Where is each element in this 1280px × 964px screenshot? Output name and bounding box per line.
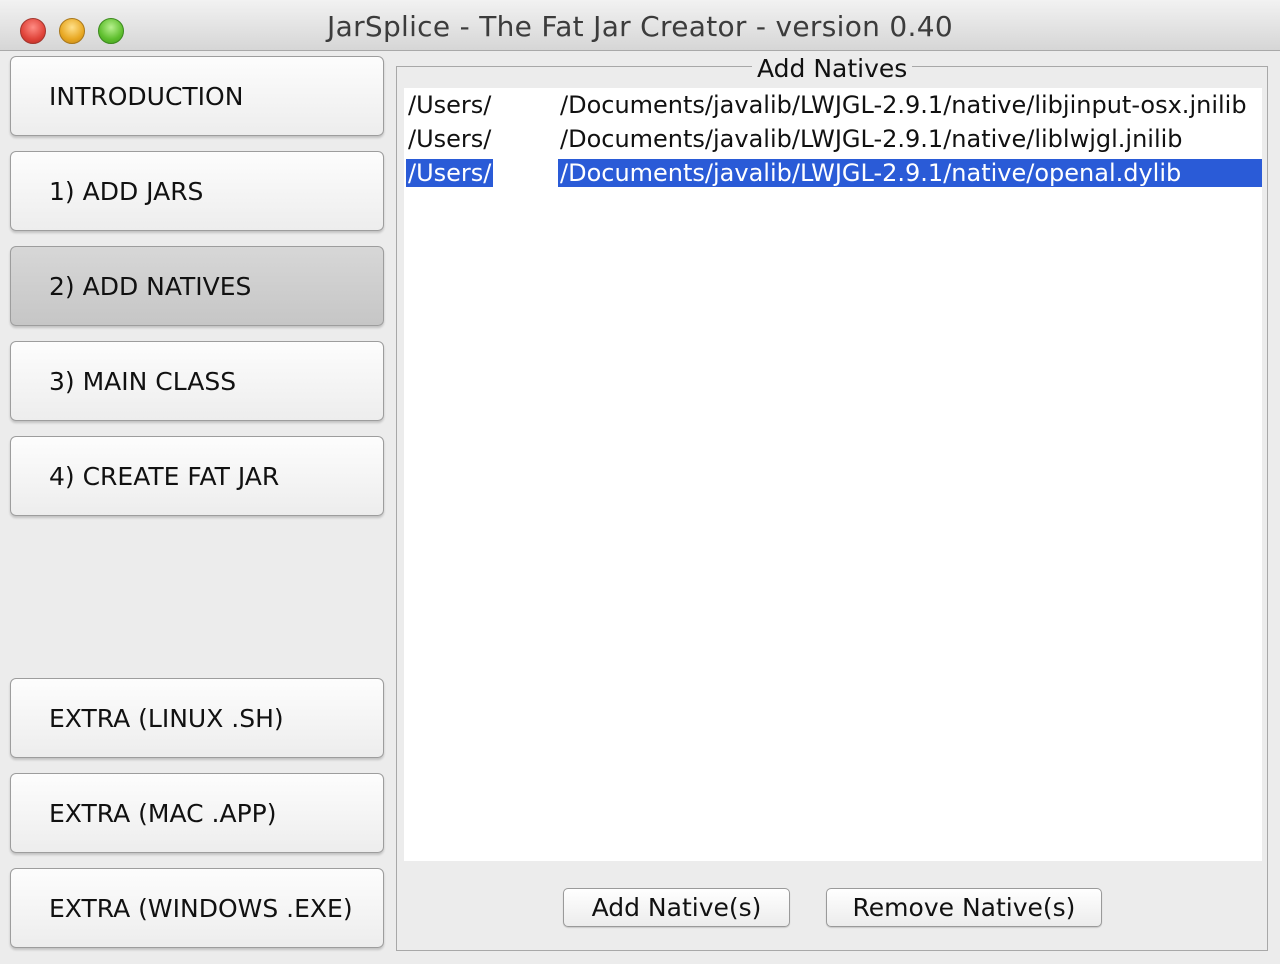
list-item[interactable]: /Users/ /Documents/javalib/LWJGL-2.9.1/n… [404,124,1262,154]
window-title: JarSplice - The Fat Jar Creator - versio… [327,10,953,43]
nav-button-label: EXTRA (WINDOWS .EXE) [49,893,353,923]
jarsplice-window: JarSplice - The Fat Jar Creator - versio… [0,0,1280,964]
natives-list[interactable]: /Users/ /Documents/javalib/LWJGL-2.9.1/n… [404,88,1262,861]
file-path: /Documents/javalib/LWJGL-2.9.1/native/li… [560,91,1247,119]
nav-button-label: EXTRA (LINUX .SH) [49,703,284,733]
file-path: /Documents/javalib/LWJGL-2.9.1/native/op… [558,159,1262,187]
list-item-selected[interactable]: /Users/ /Documents/javalib/LWJGL-2.9.1/n… [404,158,1262,188]
nav-add-natives-button[interactable]: 2) ADD NATIVES [10,246,384,326]
file-prefix: /Users/ [408,91,492,119]
nav-add-jars-button[interactable]: 1) ADD JARS [10,151,384,231]
list-item[interactable]: /Users/ /Documents/javalib/LWJGL-2.9.1/n… [404,90,1262,120]
file-prefix: /Users/ [406,159,494,187]
nav-button-label: EXTRA (MAC .APP) [49,798,277,828]
panel-title: Add Natives [752,54,913,83]
nav-button-label: 4) CREATE FAT JAR [49,461,280,491]
nav-button-label: 3) MAIN CLASS [49,366,237,396]
nav-button-label: 2) ADD NATIVES [49,271,252,301]
nav-extra-linux-button[interactable]: EXTRA (LINUX .SH) [10,678,384,758]
add-natives-button[interactable]: Add Native(s) [563,888,790,927]
file-path: /Documents/javalib/LWJGL-2.9.1/native/li… [560,125,1183,153]
nav-button-label: 1) ADD JARS [49,176,204,206]
nav-extra-windows-button[interactable]: EXTRA (WINDOWS .EXE) [10,868,384,948]
nav-create-fat-jar-button[interactable]: 4) CREATE FAT JAR [10,436,384,516]
title-bar[interactable]: JarSplice - The Fat Jar Creator - versio… [0,0,1280,51]
file-prefix: /Users/ [408,125,492,153]
nav-introduction-button[interactable]: INTRODUCTION [10,56,384,136]
nav-main-class-button[interactable]: 3) MAIN CLASS [10,341,384,421]
nav-button-label: INTRODUCTION [49,81,244,111]
nav-extra-mac-button[interactable]: EXTRA (MAC .APP) [10,773,384,853]
remove-natives-button[interactable]: Remove Native(s) [826,888,1102,927]
